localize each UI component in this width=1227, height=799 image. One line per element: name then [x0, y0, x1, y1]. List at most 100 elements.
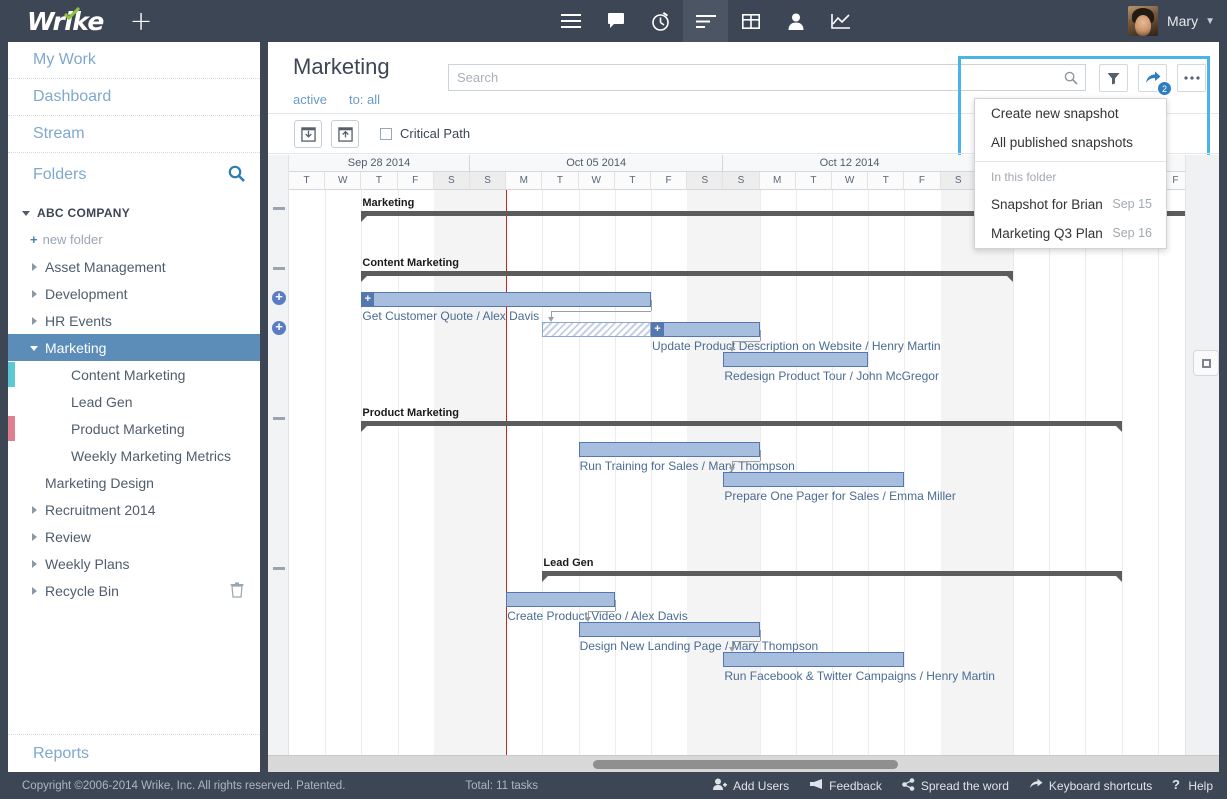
task-label[interactable]: Run Training for Sales / Mary Thompson	[580, 459, 795, 473]
bottom-link-add-users[interactable]: Add Users	[713, 778, 789, 793]
question-icon: ?	[1172, 777, 1182, 794]
search-input[interactable]	[449, 65, 1085, 90]
sidebar-item-dashboard[interactable]: Dashboard	[8, 79, 260, 116]
expand-row-button[interactable]	[272, 319, 286, 335]
chevron-right-icon[interactable]	[30, 505, 40, 515]
sidebar-item-my-work[interactable]: My Work	[8, 42, 260, 79]
person-icon[interactable]	[773, 0, 818, 42]
collapse-row-button[interactable]	[272, 261, 286, 275]
scrollbar-thumb[interactable]	[593, 760, 898, 769]
dependency-line	[732, 461, 760, 462]
bottom-link-spread-the-word[interactable]: Spread the word	[902, 777, 1009, 794]
chevron-down-icon[interactable]	[30, 343, 40, 353]
sidebar-item-stream[interactable]: Stream	[8, 116, 260, 153]
task-add-handle[interactable]: +	[361, 292, 375, 307]
filter-button[interactable]	[1099, 64, 1128, 92]
task-bar[interactable]	[723, 472, 905, 487]
horizontal-scrollbar[interactable]	[268, 755, 1219, 772]
summary-bar[interactable]	[542, 571, 1122, 582]
task-bar[interactable]	[723, 652, 905, 667]
summary-bar[interactable]	[361, 271, 1013, 282]
task-label[interactable]: Get Customer Quote / Alex Davis	[362, 309, 539, 323]
wrike-logo[interactable]: Wrike	[27, 6, 104, 36]
sidebar-item-review[interactable]: Review	[8, 523, 260, 550]
task-bar[interactable]: +	[361, 292, 651, 307]
sidebar-item-marketing[interactable]: Marketing	[8, 334, 260, 361]
chevron-right-icon[interactable]	[30, 586, 40, 596]
task-add-handle[interactable]: +	[651, 322, 664, 337]
collapse-row-button[interactable]	[272, 411, 286, 425]
menu-item-all-snapshots[interactable]: All published snapshots	[975, 128, 1166, 157]
task-label[interactable]: Update Product Description on Website / …	[652, 339, 941, 353]
sidebar-item-content-marketing[interactable]: Content Marketing	[8, 361, 260, 388]
bottom-link-keyboard-shortcuts[interactable]: Keyboard shortcuts	[1029, 778, 1152, 793]
sidebar-item-reports[interactable]: Reports	[8, 734, 260, 772]
sidebar-item-lead-gen[interactable]: Lead Gen	[8, 388, 260, 415]
menu-item-snapshot[interactable]: Marketing Q3 Plan Sep 16	[975, 219, 1166, 248]
sidebar-item-new-folder[interactable]: + new folder	[8, 226, 260, 253]
panel-toggle-button[interactable]	[1193, 350, 1219, 376]
expand-row-button[interactable]	[272, 289, 286, 305]
sidebar-item-recruitment-2014[interactable]: Recruitment 2014	[8, 496, 260, 523]
search-icon[interactable]	[228, 165, 245, 187]
task-bar[interactable]	[506, 592, 615, 607]
grid-line	[1013, 190, 1014, 755]
filter-assignee[interactable]: to: all	[349, 92, 380, 107]
add-new-button[interactable]: +	[130, 8, 153, 35]
menu-item-create-snapshot[interactable]: Create new snapshot	[975, 99, 1166, 128]
more-options-button[interactable]	[1177, 64, 1206, 92]
chevron-down-icon[interactable]	[22, 208, 32, 218]
share-snapshot-button[interactable]: 2	[1138, 64, 1172, 96]
collapse-row-button[interactable]	[272, 561, 286, 575]
chevron-right-icon[interactable]	[30, 532, 40, 542]
timeline-day-label: S	[433, 172, 470, 190]
task-bar[interactable]	[578, 442, 760, 457]
collapse-all-button[interactable]	[294, 120, 322, 148]
task-bar[interactable]: +	[651, 322, 760, 337]
sidebar-item-development[interactable]: Development	[8, 280, 260, 307]
critical-path-checkbox[interactable]: Critical Path	[380, 126, 470, 141]
expand-all-button[interactable]	[331, 120, 359, 148]
table-icon[interactable]	[728, 0, 773, 42]
timer-icon[interactable]	[638, 0, 683, 42]
grid-line	[1157, 190, 1159, 755]
menu-item-snapshot[interactable]: Snapshot for Brian Sep 15	[975, 190, 1166, 219]
snapshot-dropdown-menu: Create new snapshot All published snapsh…	[974, 98, 1167, 249]
task-label[interactable]: Redesign Product Tour / John McGregor	[724, 369, 939, 383]
chevron-right-icon[interactable]	[30, 316, 40, 326]
gantt-icon[interactable]	[683, 0, 728, 42]
task-label[interactable]: Prepare One Pager for Sales / Emma Mille…	[724, 489, 955, 503]
summary-bar[interactable]	[361, 421, 1122, 432]
sidebar-item-recycle-bin[interactable]: Recycle Bin	[8, 577, 260, 604]
sidebar-item-weekly-marketing-metrics[interactable]: Weekly Marketing Metrics	[8, 442, 260, 469]
snapshot-date: Sep 16	[1112, 226, 1152, 240]
sidebar-item-hr-events[interactable]: HR Events	[8, 307, 260, 334]
task-bar[interactable]	[723, 352, 869, 367]
task-label[interactable]: Design New Landing Page / Mary Thompson	[580, 639, 819, 653]
sidebar-item-abc-company[interactable]: ABC COMPANY	[8, 199, 260, 226]
comments-icon[interactable]	[593, 0, 638, 42]
task-bar[interactable]	[578, 622, 760, 637]
dependency-line	[614, 600, 616, 611]
list-icon[interactable]	[548, 0, 593, 42]
chevron-right-icon[interactable]	[30, 559, 40, 569]
sidebar-item-folders[interactable]: Folders	[8, 153, 260, 197]
user-menu[interactable]: Mary ▼	[1127, 0, 1215, 42]
sidebar-item-asset-management[interactable]: Asset Management	[8, 253, 260, 280]
analytics-icon[interactable]	[818, 0, 863, 42]
timeline-day-label: T	[614, 172, 651, 190]
grid-line	[1049, 190, 1051, 755]
sidebar-item-product-marketing[interactable]: Product Marketing	[8, 415, 260, 442]
trash-icon[interactable]	[230, 582, 244, 601]
collapse-row-button[interactable]	[272, 201, 286, 215]
chevron-right-icon[interactable]	[30, 262, 40, 272]
filter-active[interactable]: active	[293, 92, 327, 107]
task-label[interactable]: Run Facebook & Twitter Campaigns / Henry…	[724, 669, 995, 683]
chevron-right-icon[interactable]	[30, 289, 40, 299]
sidebar-item-label: Content Marketing	[71, 366, 186, 383]
bottom-link-feedback[interactable]: Feedback	[809, 778, 882, 793]
sidebar-item-marketing-design[interactable]: Marketing Design	[8, 469, 260, 496]
bottom-link-help[interactable]: ? Help	[1172, 777, 1213, 794]
sidebar-item-weekly-plans[interactable]: Weekly Plans	[8, 550, 260, 577]
search-icon[interactable]	[1064, 71, 1078, 90]
